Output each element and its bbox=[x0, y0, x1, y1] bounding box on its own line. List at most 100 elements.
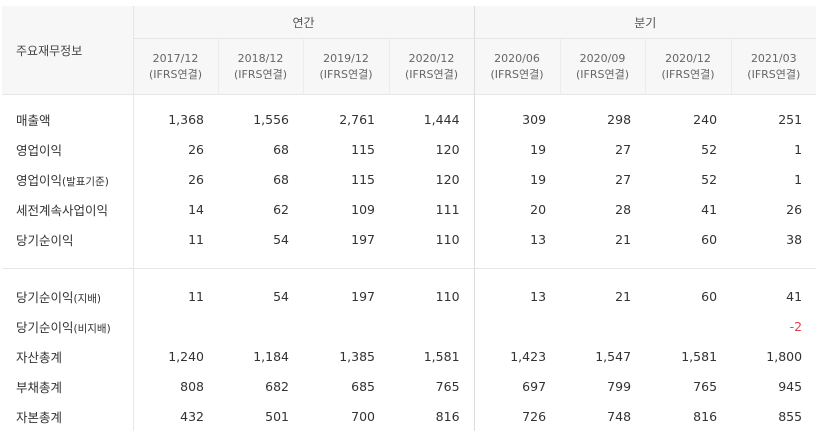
row-label: 매출액 bbox=[2, 104, 134, 134]
value-cell: 110 bbox=[435, 288, 460, 304]
value-cell: 682 bbox=[265, 378, 289, 394]
period-header: 2019/12 (IFRS연결) bbox=[302, 38, 389, 95]
value-cell: 21 bbox=[615, 288, 632, 304]
period-basis: (IFRS연결) bbox=[148, 67, 203, 81]
row-label: 자본총계 bbox=[2, 401, 134, 431]
financial-summary-table: 주요재무정보 연간 분기 2017/12 (IFRS연결) 2018/12 (IFRS… bbox=[2, 6, 817, 431]
row-label-suffix: (발표기준) bbox=[62, 175, 109, 188]
value-cell bbox=[218, 311, 303, 341]
value-cell: 11 bbox=[188, 231, 204, 247]
value-cell: 816 bbox=[693, 408, 718, 424]
group-header-annual: 연간 bbox=[133, 6, 475, 39]
row-label: 당기순이익(비지배) bbox=[2, 311, 134, 341]
value-cell: 109 bbox=[351, 201, 375, 217]
value-cell: 38 bbox=[786, 231, 803, 247]
value-cell: 19 bbox=[473, 134, 561, 164]
value-cell: 54 bbox=[273, 231, 289, 247]
period-date: 2020/12 bbox=[665, 51, 711, 65]
period-basis: (IFRS연결) bbox=[405, 67, 459, 81]
value-cell bbox=[133, 311, 218, 341]
value-cell: 816 bbox=[435, 408, 460, 424]
period-header: 2017/12 (IFRS연결) bbox=[133, 38, 218, 95]
value-cell: 115 bbox=[351, 141, 375, 157]
value-cell: 68 bbox=[273, 171, 289, 187]
value-cell: 120 bbox=[435, 171, 460, 187]
value-cell: 62 bbox=[273, 201, 289, 217]
period-basis: (IFRS연결) bbox=[490, 67, 544, 81]
table-row: 세전계속사업이익 14 62 109 111 20 28 41 26 bbox=[2, 194, 816, 224]
period-date: 2021/03 bbox=[750, 51, 797, 65]
row-label-text: 자산총계 bbox=[16, 349, 63, 365]
value-cell: 1,240 bbox=[168, 348, 204, 364]
row-label-text: 매출액 bbox=[16, 112, 51, 128]
value-cell: 20 bbox=[473, 194, 561, 224]
value-cell: 11 bbox=[188, 288, 204, 304]
value-cell: 309 bbox=[473, 104, 561, 134]
value-cell: 60 bbox=[701, 288, 718, 304]
value-cell: 298 bbox=[607, 111, 632, 127]
financial-summary-panel: 주요재무정보 연간 분기 2017/12 (IFRS연결) 2018/12 (IFRS… bbox=[0, 0, 818, 437]
value-cell bbox=[389, 311, 474, 341]
value-cell: 726 bbox=[473, 401, 561, 431]
row-label-text: 당기순이익 bbox=[16, 319, 74, 335]
value-cell: 27 bbox=[615, 171, 632, 187]
value-cell: 765 bbox=[693, 378, 718, 394]
value-cell: 1,581 bbox=[423, 348, 460, 364]
row-label-suffix: (지배) bbox=[73, 292, 102, 305]
row-label-text: 부채총계 bbox=[16, 379, 63, 395]
value-cell: 28 bbox=[615, 201, 632, 217]
value-cell bbox=[560, 311, 645, 341]
header-group-row: 주요재무정보 연간 분기 bbox=[2, 6, 817, 95]
period-basis: (IFRS연결) bbox=[661, 67, 715, 81]
period-date: 2019/12 bbox=[323, 51, 369, 65]
value-cell bbox=[303, 311, 389, 341]
corner-header: 주요재무정보 bbox=[2, 6, 134, 95]
value-cell: 120 bbox=[435, 141, 460, 157]
period-date: 2020/12 bbox=[408, 51, 455, 65]
period-header: 2020/12 (IFRS연결) bbox=[388, 38, 475, 95]
table-row: 영업이익 26 68 115 120 19 27 52 1 bbox=[2, 134, 816, 164]
table-row: 자본총계 432 501 700 816 726 748 816 855 bbox=[2, 401, 816, 431]
group-header-quarterly: 분기 bbox=[473, 6, 817, 39]
period-basis: (IFRS연결) bbox=[233, 67, 288, 81]
value-cell: 1,800 bbox=[766, 348, 803, 364]
spacer-row bbox=[2, 268, 816, 281]
value-cell: 41 bbox=[786, 288, 803, 304]
table-row: 부채총계 808 682 685 765 697 799 765 945 bbox=[2, 371, 816, 401]
value-cell: 765 bbox=[435, 378, 460, 394]
table-row: 영업이익(발표기준) 26 68 115 120 19 27 52 1 bbox=[2, 164, 816, 194]
period-basis: (IFRS연결) bbox=[319, 67, 373, 81]
value-cell: 1,385 bbox=[339, 348, 375, 364]
value-cell: 240 bbox=[693, 111, 718, 127]
value-cell: 60 bbox=[701, 231, 718, 247]
period-date: 2017/12 bbox=[152, 51, 199, 65]
value-cell: 1 bbox=[794, 141, 803, 157]
table-row: 당기순이익 11 54 197 110 13 21 60 38 bbox=[2, 224, 816, 254]
value-cell: 808 bbox=[180, 378, 204, 394]
table-row: 자산총계 1,240 1,184 1,385 1,581 1,423 1,547 1,581 1… bbox=[2, 341, 816, 371]
section-divider bbox=[2, 254, 817, 269]
value-cell: 115 bbox=[351, 171, 375, 187]
value-cell: 21 bbox=[615, 231, 632, 247]
row-label: 부채총계 bbox=[2, 371, 134, 401]
value-cell: 52 bbox=[701, 141, 718, 157]
period-date: 2018/12 bbox=[237, 51, 284, 65]
value-cell: 52 bbox=[701, 171, 718, 187]
value-cell: 26 bbox=[786, 201, 803, 217]
value-cell: 111 bbox=[435, 201, 460, 217]
table-row: 매출액 1,368 1,556 2,761 1,444 309 298 240 251 bbox=[2, 104, 816, 134]
value-cell: 197 bbox=[351, 231, 375, 247]
row-label-text: 당기순이익 bbox=[16, 232, 74, 248]
value-cell: 855 bbox=[778, 408, 803, 424]
row-label: 당기순이익 bbox=[2, 224, 134, 254]
value-cell: 110 bbox=[435, 231, 460, 247]
value-cell: 432 bbox=[180, 408, 204, 424]
value-cell: 501 bbox=[265, 408, 289, 424]
value-cell: 13 bbox=[473, 224, 561, 254]
value-cell: 1,444 bbox=[423, 111, 460, 127]
value-cell: 1,423 bbox=[473, 341, 561, 371]
value-cell: 13 bbox=[473, 281, 561, 311]
row-label-suffix: (비지배) bbox=[73, 322, 111, 335]
period-basis: (IFRS연결) bbox=[576, 67, 630, 81]
table-row: 당기순이익(비지배) -2 bbox=[2, 311, 816, 341]
